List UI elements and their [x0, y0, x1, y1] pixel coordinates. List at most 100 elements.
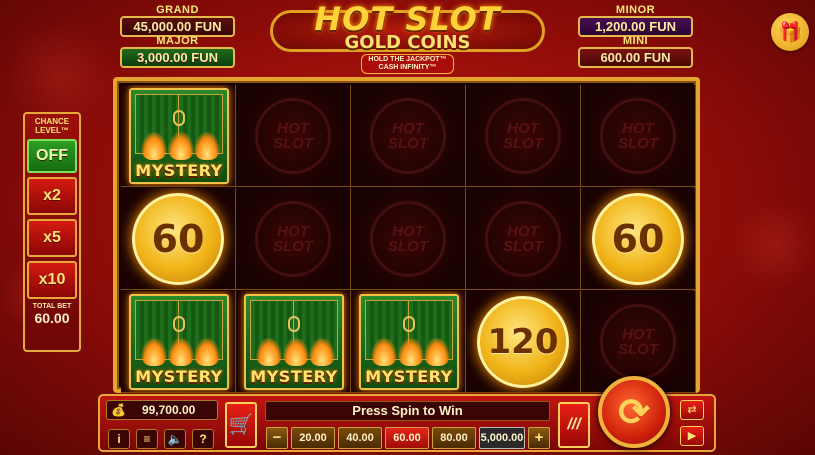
ghost-logo-icon: HOT SLOT — [485, 97, 561, 174]
bet-option-selected[interactable]: 60.00 — [385, 427, 429, 449]
logo-tagline-1: HOLD THE JACKPOT™ — [368, 56, 447, 63]
jackpot-minor-label: MINOR — [615, 4, 656, 16]
reel-cell: HOT SLOT — [236, 85, 351, 187]
reel-cell: 120 — [466, 291, 581, 393]
mystery-label: MYSTERY — [250, 367, 338, 386]
bet-option[interactable]: 5,000.00 — [479, 427, 525, 449]
flame-icon — [398, 338, 424, 366]
coin-symbol: 120 — [477, 295, 569, 388]
flame-icon — [371, 338, 397, 366]
reel-cell: HOT SLOT — [581, 85, 696, 187]
chance-x2-button[interactable]: x2 — [27, 177, 77, 215]
balance-value: 99,700.00 — [141, 403, 196, 417]
game-logo: HOT SLOT GOLD COINS HOLD THE JACKPOT™ CA… — [270, 2, 545, 74]
reel-cell: MYSTERY — [351, 291, 466, 393]
lock-icon — [288, 316, 300, 332]
help-button[interactable]: ? — [192, 429, 214, 449]
bet-option[interactable]: 40.00 — [338, 427, 382, 449]
coin-symbol: 60 — [592, 192, 684, 285]
chance-title-line-1: CHANCE — [34, 117, 70, 126]
flame-icon — [168, 338, 194, 366]
jackpot-major: MAJOR 3,000.00 FUN — [120, 35, 235, 68]
chance-x10-button[interactable]: x10 — [27, 261, 77, 299]
flame-icon — [283, 338, 309, 366]
jackpot-major-label: MAJOR — [156, 35, 199, 47]
chance-level-panel: CHANCE LEVEL™ OFF x2 x5 x10 TOTAL BET 60… — [23, 112, 81, 352]
gift-icon[interactable]: 🎁 — [771, 13, 809, 51]
jackpot-grand-label: GRAND — [156, 4, 199, 16]
reel-grid: MYSTERY HOT SLOT HOT SLOT HOT SLOT HOT S… — [121, 85, 696, 393]
flame-icon — [141, 338, 167, 366]
mystery-symbol: MYSTERY — [244, 294, 344, 390]
mystery-label: MYSTERY — [365, 367, 453, 386]
chance-off-button[interactable]: OFF — [27, 139, 77, 173]
reel-cell: HOT SLOT — [236, 188, 351, 290]
bet-increase-button[interactable]: + — [528, 427, 550, 449]
bet-option[interactable]: 80.00 — [432, 427, 476, 449]
reel-cell: MYSTERY — [121, 85, 236, 187]
jackpot-grand: GRAND 45,000.00 FUN — [120, 4, 235, 37]
logo-subtitle: GOLD COINS — [344, 32, 471, 53]
flame-icon — [168, 132, 194, 160]
menu-button[interactable]: ≡ — [136, 429, 158, 449]
jackpot-mini: MINI 600.00 FUN — [578, 35, 693, 68]
total-bet-label: TOTAL BET — [32, 303, 72, 310]
flame-icon — [424, 338, 450, 366]
bet-option[interactable]: 20.00 — [291, 427, 335, 449]
jackpot-grand-value: 45,000.00 FUN — [120, 16, 235, 37]
bet-decrease-button[interactable]: − — [266, 427, 288, 449]
sound-button[interactable]: 🔈 — [164, 429, 186, 449]
coin-symbol: 60 — [132, 192, 224, 285]
reel-cell: 60 — [121, 188, 236, 290]
ghost-logo-icon: HOT SLOT — [370, 97, 446, 174]
turbo-icon[interactable]: /// — [558, 402, 590, 448]
reel-cell: HOT SLOT — [351, 85, 466, 187]
ghost-logo-icon: HOT SLOT — [255, 200, 331, 277]
ghost-logo-icon: HOT SLOT — [600, 303, 676, 380]
info-button[interactable]: i — [108, 429, 130, 449]
reel-cell: HOT SLOT — [466, 188, 581, 290]
reel-cell: 60 — [581, 188, 696, 290]
status-message: Press Spin to Win — [265, 401, 550, 421]
mystery-symbol: MYSTERY — [129, 294, 229, 390]
spin-icon: ⟳ — [618, 391, 650, 434]
cart-icon[interactable]: 🛒 — [225, 402, 257, 448]
total-bet-value: 60.00 — [34, 310, 70, 326]
jackpot-minor: MINOR 1,200.00 FUN — [578, 4, 693, 37]
mystery-symbol: MYSTERY — [129, 88, 229, 184]
fullscreen-icon[interactable]: ▶ — [680, 426, 704, 446]
reel-frame: MYSTERY HOT SLOT HOT SLOT HOT SLOT HOT S… — [113, 77, 700, 393]
flame-icon — [256, 338, 282, 366]
logo-tagline-2: CASH INFINITY™ — [378, 64, 437, 71]
chance-title-line-2: LEVEL™ — [35, 126, 69, 135]
ghost-logo-icon: HOT SLOT — [255, 97, 331, 174]
spin-button[interactable]: ⟳ — [598, 376, 670, 448]
reel-cell: MYSTERY — [236, 291, 351, 393]
chance-level-title: CHANCE LEVEL™ — [25, 117, 79, 135]
lock-icon — [403, 316, 415, 332]
jackpot-minor-value: 1,200.00 FUN — [578, 16, 693, 37]
mystery-symbol: MYSTERY — [359, 294, 459, 390]
background-coin — [730, 200, 815, 290]
ghost-logo-icon: HOT SLOT — [600, 97, 676, 174]
ghost-logo-icon: HOT SLOT — [370, 200, 446, 277]
reel-cell: MYSTERY — [121, 291, 236, 393]
jackpot-major-value: 3,000.00 FUN — [120, 47, 235, 68]
lock-icon — [173, 110, 185, 126]
flame-icon — [194, 338, 220, 366]
reel-cell: HOT SLOT — [466, 85, 581, 187]
jackpot-mini-label: MINI — [622, 35, 649, 47]
flame-icon — [141, 132, 167, 160]
flame-icon — [194, 132, 220, 160]
lock-icon — [173, 316, 185, 332]
chance-x5-button[interactable]: x5 — [27, 219, 77, 257]
ghost-logo-icon: HOT SLOT — [485, 200, 561, 277]
flame-icon — [309, 338, 335, 366]
reel-cell: HOT SLOT — [351, 188, 466, 290]
autoplay-icon[interactable]: ⇄ — [680, 400, 704, 420]
logo-title: HOT SLOT — [314, 0, 501, 38]
balance-display: 💰 99,700.00 — [106, 400, 218, 420]
jackpot-mini-value: 600.00 FUN — [578, 47, 693, 68]
mystery-label: MYSTERY — [135, 161, 223, 180]
logo-tagline: HOLD THE JACKPOT™ CASH INFINITY™ — [361, 54, 454, 74]
